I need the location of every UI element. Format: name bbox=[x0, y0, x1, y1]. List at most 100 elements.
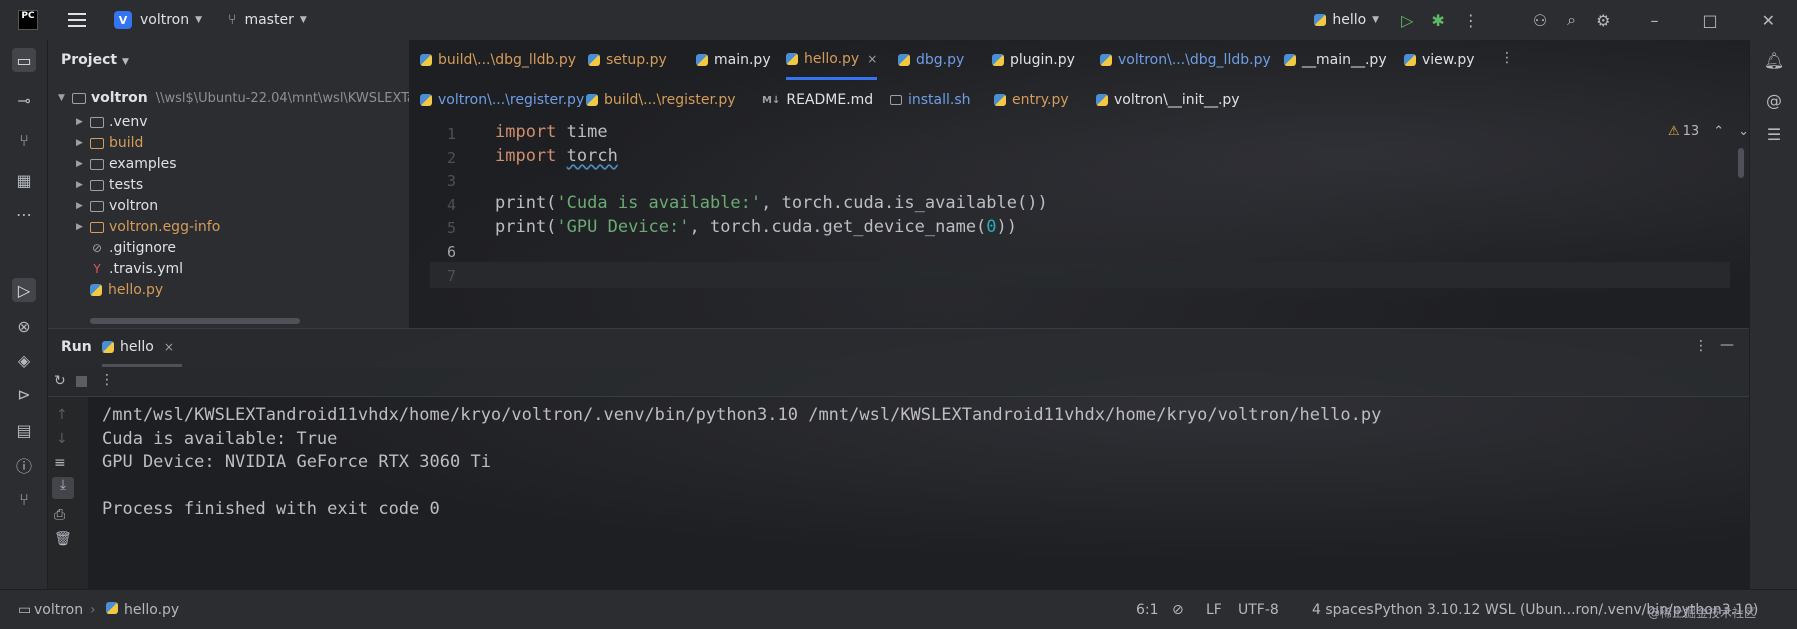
editor-tab[interactable]: dbg.py bbox=[898, 40, 964, 80]
soft-wrap-icon[interactable]: ≡ bbox=[54, 455, 66, 471]
line-number[interactable]: 2 bbox=[436, 149, 456, 167]
more-actions-icon[interactable]: ⋮ bbox=[1463, 11, 1479, 30]
run-icon[interactable]: ▷ bbox=[1401, 11, 1413, 30]
next-highlight-icon[interactable]: ⌄ bbox=[1738, 124, 1749, 139]
structure-tool-icon[interactable]: ▦ bbox=[12, 168, 36, 192]
python-console-icon[interactable]: ⊗ bbox=[12, 314, 36, 338]
rerun-icon[interactable]: ↻ bbox=[54, 373, 66, 389]
services-icon[interactable]: ⊳ bbox=[12, 382, 36, 406]
horizontal-scrollbar[interactable] bbox=[90, 318, 300, 324]
line-number[interactable]: 7 bbox=[436, 267, 456, 285]
code-line-4[interactable]: print('Cuda is available:', torch.cuda.i… bbox=[495, 193, 1048, 213]
expand-arrow-icon[interactable]: ▶ bbox=[76, 180, 90, 190]
editor-tab[interactable]: M↓ README.md bbox=[762, 80, 873, 120]
code-line-2[interactable]: import torch bbox=[495, 146, 618, 166]
editor-tab[interactable]: plugin.py bbox=[992, 40, 1075, 80]
line-number[interactable]: 1 bbox=[436, 125, 456, 143]
console-output-line[interactable]: /mnt/wsl/KWSLEXTandroid11vhdx/home/kryo/… bbox=[102, 405, 1381, 425]
scroll-up-icon[interactable]: ↑ bbox=[56, 407, 68, 423]
add-user-icon[interactable]: ⚇ bbox=[1533, 11, 1547, 30]
search-icon[interactable]: ⌕ bbox=[1567, 10, 1576, 30]
database-icon[interactable]: ☰ bbox=[1762, 122, 1786, 146]
commit-tool-icon[interactable]: ⊸ bbox=[12, 88, 36, 112]
line-separator[interactable]: LF bbox=[1206, 602, 1222, 618]
run-panel-title: Run bbox=[61, 339, 92, 355]
expand-arrow-icon[interactable]: ▶ bbox=[76, 117, 90, 127]
maximize-icon[interactable]: □ bbox=[1702, 11, 1717, 30]
debug-icon[interactable]: ✱ bbox=[1431, 11, 1444, 30]
clear-all-icon[interactable]: 🗑︎ bbox=[54, 531, 72, 547]
minimize-icon[interactable]: – bbox=[1650, 11, 1658, 30]
console-output-line[interactable]: Process finished with exit code 0 bbox=[102, 499, 440, 519]
editor-tab[interactable]: view.py bbox=[1404, 40, 1475, 80]
git-tool-icon[interactable]: ⑂ bbox=[12, 128, 36, 152]
expand-arrow-icon[interactable]: ▶ bbox=[76, 138, 90, 148]
editor-tab[interactable]: voltron\__init__.py bbox=[1096, 80, 1240, 120]
line-number[interactable]: 5 bbox=[436, 219, 456, 237]
problems-icon[interactable]: ⓘ bbox=[12, 453, 36, 477]
project-switcher[interactable]: voltron bbox=[140, 12, 189, 28]
more-options-icon[interactable]: ⋮ bbox=[1694, 338, 1708, 354]
expand-arrow-icon[interactable]: ▶ bbox=[76, 159, 90, 169]
inspection-widget[interactable]: ⚠ 13 ⌃ ⌄ bbox=[1668, 124, 1749, 139]
editor-tab[interactable]: setup.py bbox=[588, 40, 667, 80]
editor-tab[interactable]: entry.py bbox=[994, 80, 1069, 120]
expand-arrow-icon[interactable]: ▼ bbox=[58, 93, 72, 103]
editor-tab[interactable]: __main__.py bbox=[1284, 40, 1387, 80]
project-tool-icon[interactable]: ▭ bbox=[12, 48, 36, 72]
expand-arrow-icon[interactable]: ▶ bbox=[76, 222, 90, 232]
print-icon[interactable]: ⎙ bbox=[54, 507, 65, 523]
scroll-down-icon[interactable]: ↓ bbox=[56, 431, 68, 447]
run-tab-hello[interactable]: hello × bbox=[102, 329, 182, 367]
project-badge[interactable]: V bbox=[114, 11, 132, 29]
python-packages-icon[interactable]: ◈ bbox=[12, 348, 36, 372]
more-run-actions-icon[interactable]: ⋮ bbox=[100, 372, 114, 388]
stop-icon[interactable] bbox=[76, 376, 87, 387]
close-window-icon[interactable]: ✕ bbox=[1762, 11, 1775, 30]
editor-tab[interactable]: voltron\...\dbg_lldb.py bbox=[1100, 40, 1271, 80]
editor-scrollbar[interactable] bbox=[1738, 148, 1744, 178]
editor-tab[interactable]: build\...\register.py bbox=[586, 80, 736, 120]
settings-gear-icon[interactable]: ⚙ bbox=[1596, 11, 1610, 30]
tree-root[interactable]: ▼ voltron \\wsl$\Ubuntu-22.04\mnt\wsl\KW… bbox=[58, 86, 409, 110]
indent-setting[interactable]: 4 spaces bbox=[1312, 602, 1374, 618]
code-line-5[interactable]: print('GPU Device:', torch.cuda.get_devi… bbox=[495, 217, 1017, 237]
editor-tab[interactable]: install.sh bbox=[890, 80, 971, 120]
close-tab-icon[interactable]: × bbox=[867, 52, 877, 66]
editor-tab[interactable]: main.py bbox=[696, 40, 771, 80]
line-number[interactable]: 6 bbox=[436, 243, 456, 261]
tree-item[interactable]: hello.py bbox=[90, 278, 163, 302]
code-line-1[interactable]: import time bbox=[495, 122, 608, 142]
ai-assistant-icon[interactable]: @ bbox=[1762, 88, 1786, 112]
console-output-line[interactable]: Cuda is available: True bbox=[102, 429, 337, 449]
run-tool-icon[interactable]: ▷ bbox=[12, 278, 36, 302]
line-number[interactable]: 4 bbox=[436, 196, 456, 214]
editor-tab-label: setup.py bbox=[606, 52, 667, 68]
hide-panel-icon[interactable]: — bbox=[1720, 337, 1734, 353]
caret-position[interactable]: 6:1 bbox=[1136, 602, 1159, 618]
branch-switcher[interactable]: master bbox=[244, 12, 293, 28]
scroll-to-end-icon[interactable]: ⤓ bbox=[52, 477, 74, 499]
terminal-icon[interactable]: ▤ bbox=[12, 418, 36, 442]
breadcrumb-project[interactable]: voltron bbox=[34, 602, 83, 618]
close-tab-icon[interactable]: × bbox=[164, 340, 174, 354]
console-output-line[interactable]: GPU Device: NVIDIA GeForce RTX 3060 Ti bbox=[102, 452, 491, 472]
main-menu-icon[interactable] bbox=[68, 13, 86, 27]
line-number[interactable]: 3 bbox=[436, 172, 456, 190]
notifications-icon[interactable]: 🔔︎ bbox=[1762, 48, 1786, 72]
file-encoding[interactable]: UTF-8 bbox=[1238, 602, 1279, 618]
breadcrumb-file[interactable]: hello.py bbox=[124, 602, 179, 618]
readonly-toggle-icon[interactable]: ⊘ bbox=[1172, 602, 1184, 618]
editor-tab[interactable]: build\...\dbg_lldb.py bbox=[420, 40, 576, 80]
folder-icon bbox=[90, 200, 104, 212]
version-control-icon[interactable]: ⑂ bbox=[12, 487, 36, 511]
more-tabs-icon[interactable]: ⋮ bbox=[1500, 50, 1514, 66]
pycharm-logo-icon: PC bbox=[18, 10, 38, 30]
expand-arrow-icon[interactable]: ▶ bbox=[76, 201, 90, 211]
run-config-selector[interactable]: hello bbox=[1332, 12, 1366, 28]
project-panel-title[interactable]: Project ▼ bbox=[61, 52, 129, 68]
prev-highlight-icon[interactable]: ⌃ bbox=[1713, 124, 1724, 139]
more-tools-icon[interactable]: ⋯ bbox=[12, 202, 36, 226]
editor-tab[interactable]: hello.py × bbox=[786, 40, 878, 80]
editor-tab[interactable]: voltron\...\register.py bbox=[420, 80, 584, 120]
